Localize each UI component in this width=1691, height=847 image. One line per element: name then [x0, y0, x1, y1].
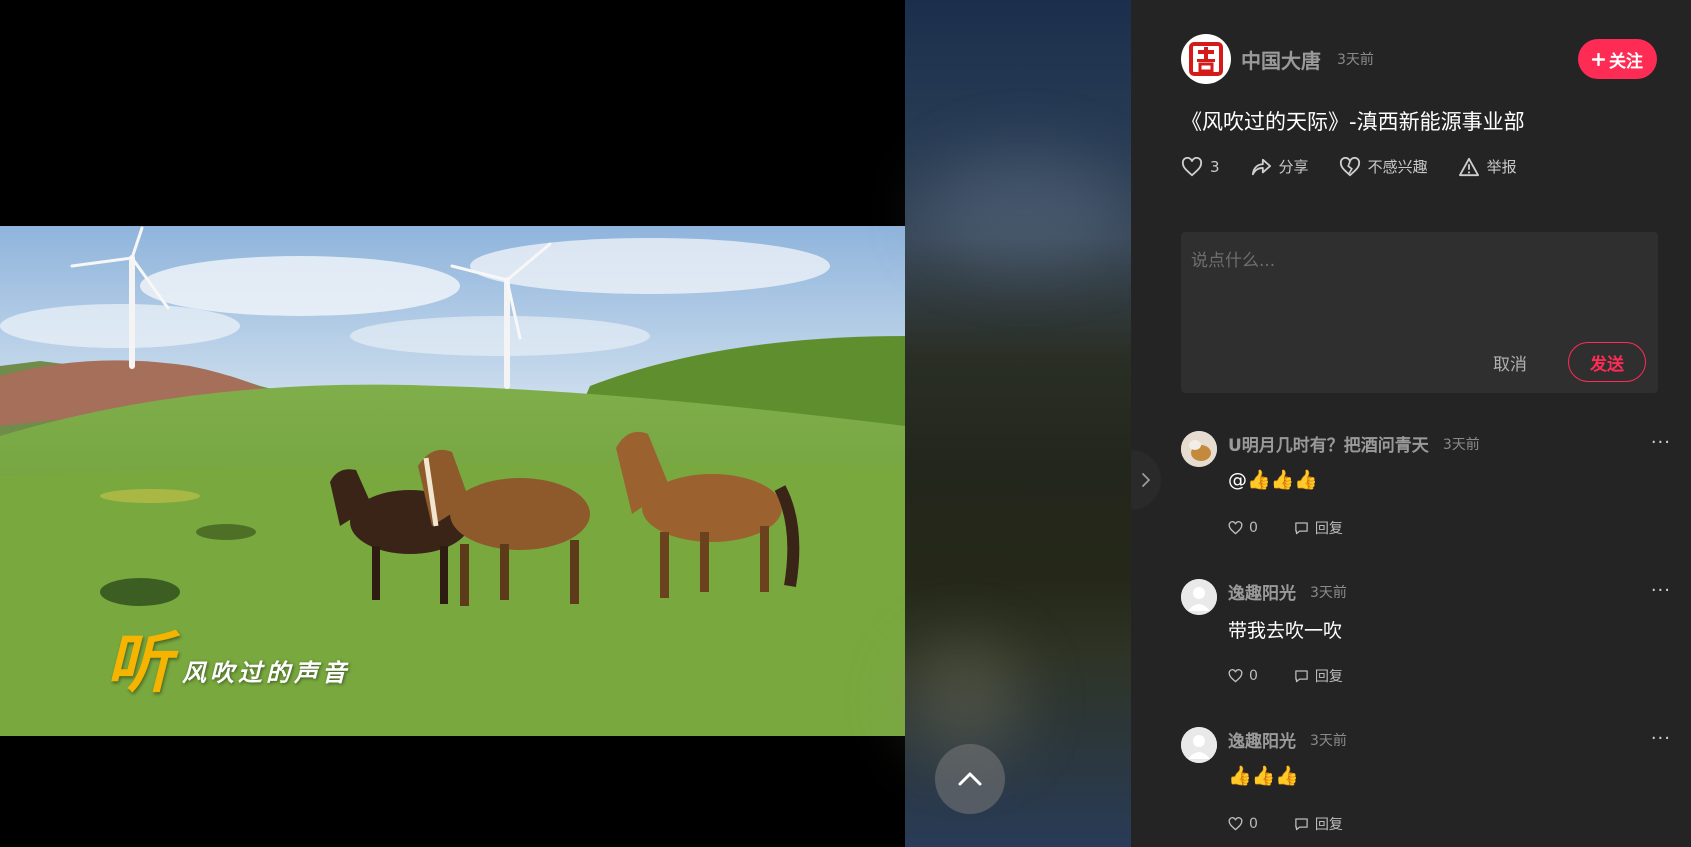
- comment-footer: 0 回复: [1228, 518, 1343, 538]
- blur-glow: [925, 150, 1125, 270]
- reply-label: 回复: [1314, 817, 1343, 833]
- comment-like-button[interactable]: 0: [1228, 668, 1258, 684]
- report-button[interactable]: 举报: [1458, 156, 1517, 177]
- comment-reply-button[interactable]: 回复: [1294, 518, 1343, 538]
- scroll-up-button[interactable]: [935, 744, 1005, 814]
- chevron-right-icon: [1142, 473, 1150, 487]
- author-name[interactable]: 中国大唐: [1241, 45, 1321, 74]
- like-button[interactable]: 3: [1181, 156, 1220, 177]
- commenter-name[interactable]: 逸趣阳光: [1228, 727, 1296, 752]
- comment-icon: [1295, 670, 1308, 683]
- comment-footer: 0 回复: [1228, 666, 1343, 686]
- comment-list: U明月几时有？把酒问青天 3天前 ··· @👍👍👍 0 回复 逸趣阳光 3天前 …: [1181, 428, 1671, 847]
- share-icon: [1251, 158, 1271, 175]
- video-title: 《风吹过的天际》-滇西新能源事业部: [1181, 110, 1525, 134]
- warning-icon: [1458, 157, 1479, 176]
- report-label: 举报: [1486, 158, 1517, 176]
- comment-icon: [1295, 522, 1308, 535]
- chevron-up-icon: [958, 772, 982, 786]
- caption-big-text: 听: [106, 624, 172, 702]
- comment-like-button[interactable]: 0: [1228, 520, 1258, 536]
- share-label: 分享: [1278, 158, 1309, 176]
- blurred-next-video: [905, 0, 1131, 847]
- commenter-name[interactable]: U明月几时有？把酒问青天: [1228, 431, 1429, 456]
- comment-item: U明月几时有？把酒问青天 3天前 ··· @👍👍👍 0 回复: [1181, 428, 1671, 576]
- heart-icon: [1228, 817, 1243, 831]
- comment-time: 3天前: [1442, 436, 1480, 453]
- plus-icon: [1592, 52, 1605, 66]
- follow-label: 关注: [1609, 51, 1643, 72]
- commenter-avatar[interactable]: [1181, 579, 1217, 615]
- caption-small-text: 风吹过的声音: [182, 658, 350, 687]
- cancel-button[interactable]: 取消: [1493, 350, 1527, 375]
- author-row: 中国大唐 3天前 关注: [1181, 34, 1657, 84]
- comment-item: 逸趣阳光 3天前 ··· 👍👍👍 0 回复: [1181, 724, 1671, 847]
- not-interested-label: 不感兴趣: [1367, 158, 1428, 176]
- more-icon[interactable]: ···: [1651, 728, 1671, 749]
- like-count: 3: [1210, 157, 1220, 176]
- video-player[interactable]: 听 风吹过的声音: [0, 0, 905, 847]
- author-avatar[interactable]: [1181, 34, 1231, 84]
- comment-header: 逸趣阳光 3天前: [1228, 579, 1347, 604]
- comment-icon: [1295, 818, 1308, 831]
- commenter-avatar[interactable]: [1181, 727, 1217, 763]
- reply-label: 回复: [1314, 669, 1343, 685]
- comment-time: 3天前: [1310, 732, 1347, 749]
- comment-like-count: 0: [1249, 520, 1258, 536]
- avatar-photo-icon: [1181, 431, 1217, 467]
- comment-text: 带我去吹一吹: [1228, 620, 1343, 642]
- video-caption: 听 风吹过的声音: [106, 630, 350, 696]
- heart-icon: [1181, 156, 1203, 176]
- default-avatar-icon: [1181, 727, 1217, 763]
- default-avatar-icon: [1181, 579, 1217, 615]
- send-button[interactable]: 发送: [1568, 342, 1646, 382]
- comment-item: 逸趣阳光 3天前 ··· 带我去吹一吹 0 回复: [1181, 576, 1671, 724]
- follow-button[interactable]: 关注: [1578, 39, 1657, 79]
- reply-label: 回复: [1314, 521, 1343, 537]
- comment-like-count: 0: [1249, 816, 1258, 832]
- blur-glow: [905, 640, 1025, 760]
- heart-icon: [1228, 669, 1243, 683]
- heart-icon: [1228, 521, 1243, 535]
- comment-time: 3天前: [1310, 584, 1347, 601]
- comment-input[interactable]: [1181, 232, 1658, 332]
- comment-reply-button[interactable]: 回复: [1294, 814, 1343, 834]
- comment-text: 👍👍👍: [1228, 765, 1299, 787]
- action-bar: 3 分享 不感兴趣 举报: [1181, 156, 1547, 177]
- share-button[interactable]: 分享: [1250, 156, 1309, 177]
- datang-logo-icon: [1189, 42, 1223, 76]
- commenter-name[interactable]: 逸趣阳光: [1228, 579, 1296, 604]
- comment-header: U明月几时有？把酒问青天 3天前: [1228, 431, 1480, 456]
- more-icon[interactable]: ···: [1651, 432, 1671, 453]
- page: 听 风吹过的声音 中国大唐 3天前 关注 《风吹过的天际》-滇西新能源事业部 3…: [0, 0, 1691, 847]
- video-frame[interactable]: 听 风吹过的声音: [0, 226, 905, 736]
- comment-footer: 0 回复: [1228, 814, 1343, 834]
- more-icon[interactable]: ···: [1651, 580, 1671, 601]
- comment-like-count: 0: [1249, 668, 1258, 684]
- comment-text: @👍👍👍: [1228, 469, 1318, 491]
- comment-like-button[interactable]: 0: [1228, 816, 1258, 832]
- commenter-avatar[interactable]: [1181, 431, 1217, 467]
- comment-header: 逸趣阳光 3天前: [1228, 727, 1347, 752]
- post-time: 3天前: [1337, 52, 1374, 68]
- broken-heart-icon: [1339, 156, 1360, 176]
- not-interested-button[interactable]: 不感兴趣: [1339, 156, 1428, 177]
- detail-panel: 中国大唐 3天前 关注 《风吹过的天际》-滇西新能源事业部 3 分享 不感兴趣 …: [1131, 0, 1691, 847]
- comment-composer: 取消 发送: [1181, 232, 1658, 393]
- comment-reply-button[interactable]: 回复: [1294, 666, 1343, 686]
